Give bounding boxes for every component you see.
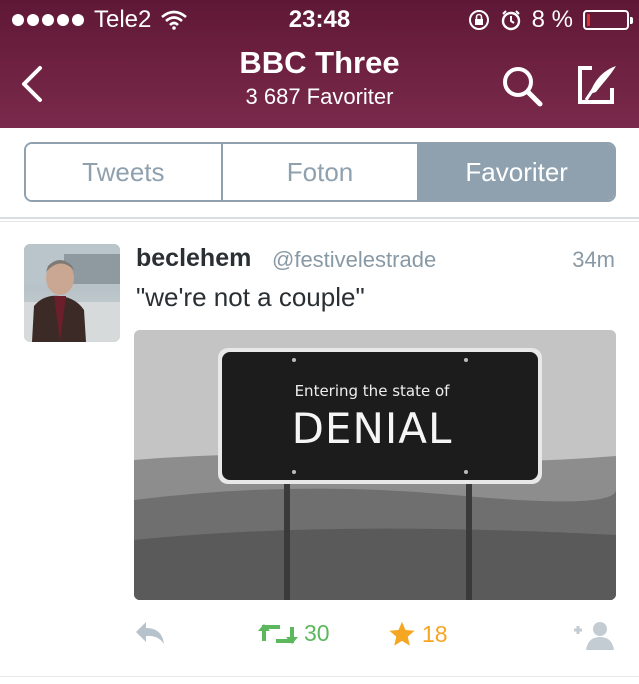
compose-icon [578,66,616,104]
photo-scene [134,330,616,600]
favorite-count: 18 [422,620,448,647]
tab-favorites[interactable]: Favoriter [419,144,614,200]
tweet-author-handle[interactable]: @festivelestrade [272,247,436,273]
nav-header: Tele2 23:48 8 % BBC Three 3 687 Favorite… [0,0,639,128]
status-bar: Tele2 23:48 8 % [0,0,639,40]
status-right: 8 % [468,0,633,40]
star-icon [389,621,415,646]
divider [0,217,639,219]
search-icon [503,67,543,107]
sign-line-2: DENIAL [291,404,453,453]
tweet-timestamp: 34m [572,247,615,272]
profile-tabs: Tweets Foton Favoriter [24,142,616,202]
battery-percent: 8 % [531,6,573,33]
reply-button[interactable] [134,620,166,646]
tweet-author-name[interactable]: beclehem [136,244,251,273]
retweet-count: 30 [304,620,330,646]
retweet-button[interactable]: 30 [258,620,330,647]
avatar-image [24,244,120,342]
favorite-button[interactable]: 18 [388,620,448,648]
divider [0,221,639,222]
avatar[interactable] [24,244,120,342]
rotation-lock-icon [468,10,489,30]
sign-line-1: Entering the state of [294,382,450,400]
search-button[interactable] [500,64,544,108]
battery-icon [583,10,633,30]
tweet-actions: 30 18 [0,620,639,660]
tweet-text: "we're not a couple" [136,282,365,312]
retweet-icon [258,623,298,644]
follow-button[interactable] [572,620,616,650]
alarm-icon [501,10,520,31]
add-user-icon [574,622,614,650]
tab-photos[interactable]: Foton [222,144,420,200]
tab-tweets[interactable]: Tweets [26,144,223,200]
tweet-photo[interactable]: Entering the state of DENIAL [134,330,616,600]
compose-button[interactable] [574,62,620,108]
reply-icon [136,622,164,644]
divider [0,676,639,677]
